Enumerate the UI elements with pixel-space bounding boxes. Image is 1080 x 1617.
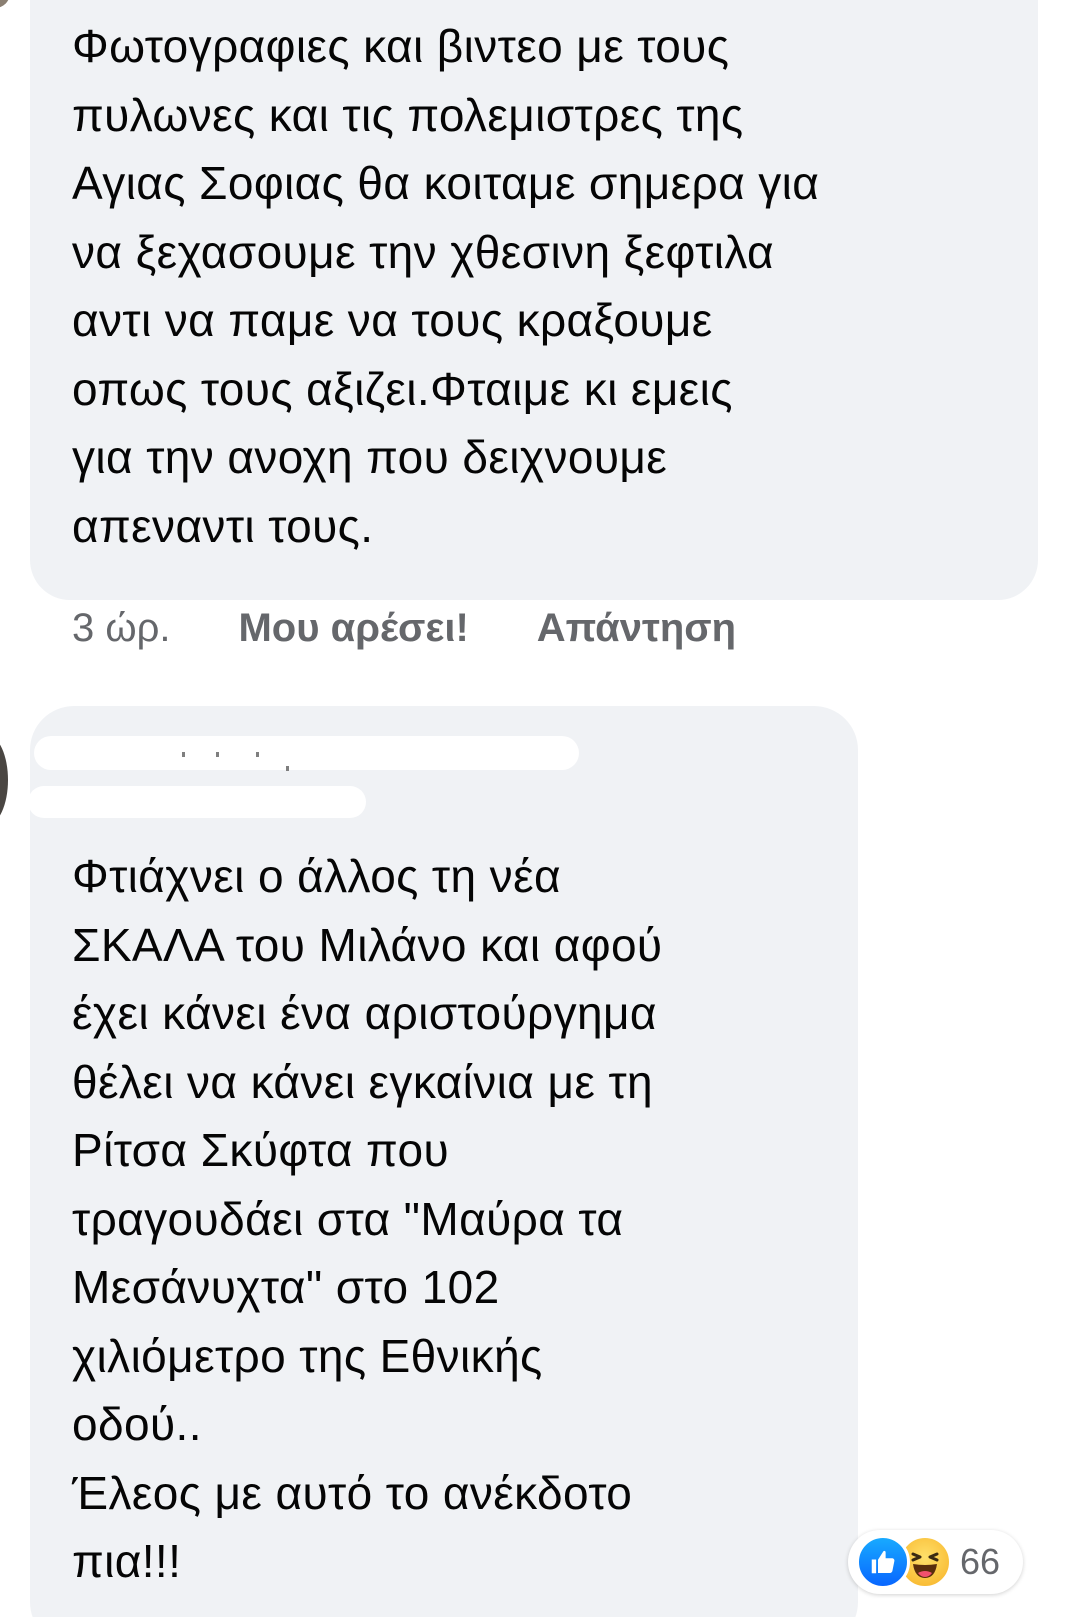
comment-text: Φτιάχνει ο άλλος τη νέα ΣΚΑΛΑ του Μιλάνο…: [72, 850, 663, 1587]
comment-thread: Φωτογραφιες και βιντεο με τους πυλωνες κ…: [0, 0, 1080, 1617]
like-icon: [856, 1535, 910, 1589]
redaction-artifact: [256, 752, 259, 757]
comment-bubble: Φτιάχνει ο άλλος τη νέα ΣΚΑΛΑ του Μιλάνο…: [28, 706, 858, 1617]
reaction-count: 66: [960, 1541, 1001, 1582]
redacted-author-name: [34, 736, 579, 770]
commenter-avatar[interactable]: [0, 735, 8, 825]
redaction-artifact: [182, 752, 185, 757]
redaction-artifact: [286, 766, 289, 771]
comment-timestamp[interactable]: 3 ώρ.: [72, 606, 170, 651]
reaction-summary[interactable]: 66: [848, 1530, 1023, 1594]
comment-bubble: Φωτογραφιες και βιντεο με τους πυλωνες κ…: [30, 0, 1038, 600]
redaction-artifact: [216, 752, 219, 757]
like-button[interactable]: Μου αρέσει!: [238, 606, 468, 651]
reply-button[interactable]: Απάντηση: [537, 606, 736, 651]
commenter-avatar[interactable]: [0, 0, 10, 8]
comment-actions: 3 ώρ. Μου αρέσει! Απάντηση: [72, 606, 736, 651]
comment-text: Φωτογραφιες και βιντεο με τους πυλωνες κ…: [72, 20, 820, 552]
redacted-author-name: [28, 786, 366, 818]
